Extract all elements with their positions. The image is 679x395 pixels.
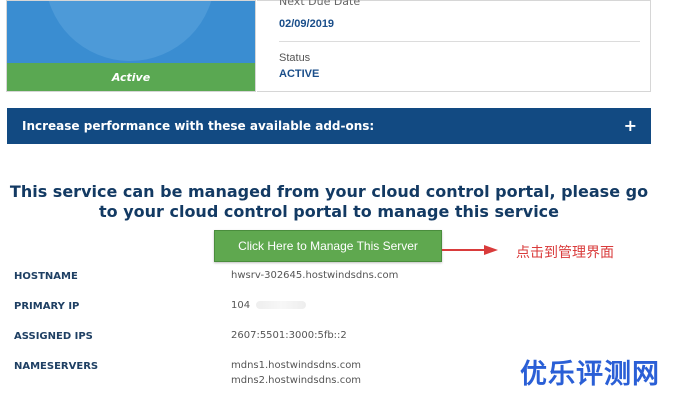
product-card: Active	[6, 0, 256, 92]
nameserver-1: mdns1.hostwindsdns.com	[231, 360, 362, 371]
product-image-circle	[45, 1, 215, 61]
primary-ip-label: PRIMARY IP	[14, 301, 80, 312]
due-date-value: 02/09/2019	[279, 18, 335, 30]
annotation-text: 点击到管理界面	[516, 245, 614, 261]
watermark: 优乐评测网	[520, 359, 660, 390]
nameserver-2: mdns2.hostwindsdns.com	[231, 375, 362, 386]
manage-server-button[interactable]: Click Here to Manage This Server	[214, 230, 442, 262]
service-info-panel: Next Due Date 02/09/2019 Status ACTIVE	[257, 0, 651, 92]
assigned-ips-value: 2607:5501:3000:5fb::2	[231, 330, 347, 341]
primary-ip-row: 104	[231, 298, 307, 313]
arrow-left-icon	[442, 245, 498, 255]
assigned-ips-label: ASSIGNED IPS	[14, 331, 93, 342]
status-value: ACTIVE	[279, 68, 320, 80]
info-divider	[279, 41, 640, 42]
status-badge: Active	[7, 63, 255, 91]
addons-accordion[interactable]: Increase performance with these availabl…	[7, 108, 651, 144]
hostname-value: hwsrv-302645.hostwindsdns.com	[231, 270, 399, 281]
product-image	[7, 1, 255, 63]
page-headline: This service can be managed from your cl…	[9, 182, 649, 221]
plus-icon[interactable]: +	[624, 108, 637, 144]
nameservers-label: NAMESERVERS	[14, 361, 99, 372]
status-label: Status	[279, 52, 311, 64]
due-date-label: Next Due Date	[279, 0, 361, 8]
addons-label: Increase performance with these availabl…	[22, 119, 375, 133]
hostname-label: HOSTNAME	[14, 271, 78, 282]
primary-ip-value: 104	[231, 300, 251, 311]
redacted-ip-blur	[256, 301, 307, 309]
